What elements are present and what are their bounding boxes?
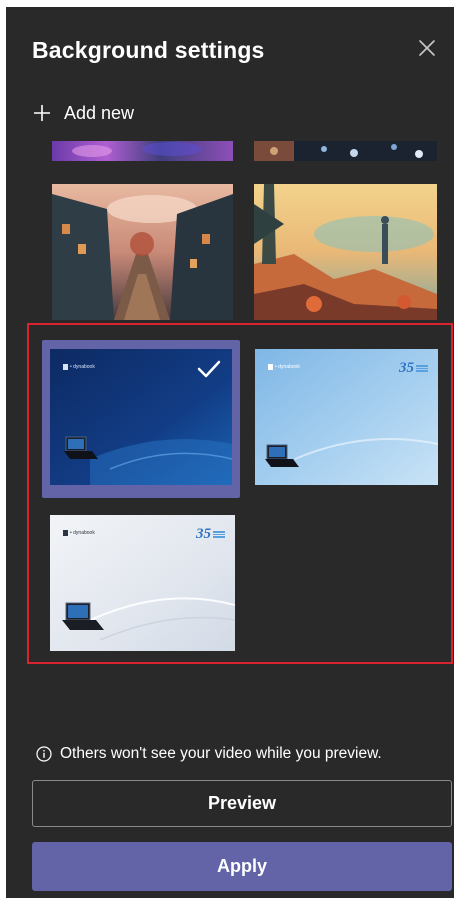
background-thumb-dark-sparkle[interactable]: [254, 141, 437, 161]
add-new-button[interactable]: Add new: [32, 98, 134, 128]
background-settings-panel: Background settings Add new • dynabook •…: [6, 7, 454, 898]
panel-title: Background settings: [32, 37, 265, 63]
background-thumb-dynabook-white[interactable]: • dynabook 35: [50, 515, 235, 651]
close-icon: [419, 40, 435, 56]
preview-info-text: Others won't see your video while you pr…: [60, 745, 382, 762]
dynabook-logo: • dynabook: [268, 364, 300, 370]
dynabook-logo: • dynabook: [63, 364, 95, 370]
background-thumb-dynabook-dark-blue[interactable]: • dynabook: [50, 349, 232, 485]
preview-button[interactable]: Preview: [32, 780, 452, 827]
background-thumb-fantasy-village-street[interactable]: [52, 184, 233, 320]
background-thumb-autumn-landscape-figure[interactable]: [254, 184, 437, 320]
close-button[interactable]: [416, 37, 438, 59]
apply-button[interactable]: Apply: [32, 842, 452, 891]
anniversary-badge: 35: [196, 526, 225, 543]
dynabook-logo: • dynabook: [63, 530, 95, 536]
plus-icon: [34, 105, 50, 121]
background-thumb-dynabook-light-blue[interactable]: • dynabook 35: [255, 349, 438, 485]
preview-info: Others won't see your video while you pr…: [36, 745, 382, 763]
background-thumb-purple-abstract[interactable]: [52, 141, 233, 161]
anniversary-badge: 35: [399, 360, 428, 377]
checkmark-icon: [197, 360, 221, 378]
add-new-label: Add new: [64, 102, 135, 123]
info-icon: [36, 746, 52, 762]
